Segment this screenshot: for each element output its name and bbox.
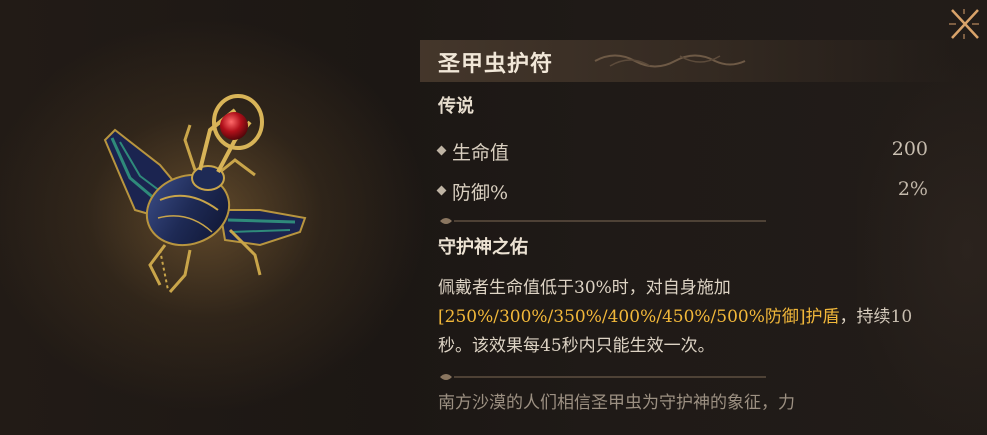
close-button[interactable] <box>944 4 984 44</box>
close-x-icon <box>949 9 979 39</box>
diamond-bullet-icon <box>436 185 447 196</box>
lore-text: 南方沙漠的人们相信圣甲虫为守护神的象征，力 <box>438 393 795 413</box>
item-detail-panel: 圣甲虫护符 传说 生命值 200 防御% 2% 守护神之佑 佩戴者生命值低于30… <box>0 0 987 435</box>
rarity-label: 传说 <box>438 96 474 117</box>
stat-row-defense: 防御% 2% <box>436 178 928 206</box>
title-bar: 圣甲虫护符 <box>420 40 960 82</box>
section-divider <box>440 374 766 380</box>
stat-value: 2% <box>897 178 928 200</box>
skill-desc-text: 佩戴者生命值低于30%时，对自身施加 <box>438 278 731 298</box>
stat-value: 200 <box>891 138 928 160</box>
stat-label: 生命值 <box>452 142 510 164</box>
item-name: 圣甲虫护符 <box>438 51 554 77</box>
stat-label: 防御% <box>452 182 509 204</box>
title-ornament-icon <box>594 54 746 68</box>
skill-description: 佩戴者生命值低于30%时，对自身施加 [250%/300%/350%/400%/4… <box>438 274 928 361</box>
skill-name: 守护神之佑 <box>438 237 528 258</box>
item-info: 圣甲虫护符 传说 生命值 200 防御% 2% 守护神之佑 佩戴者生命值低于30… <box>420 40 960 435</box>
scarab-amulet-artwork <box>60 60 360 350</box>
diamond-bullet-icon <box>436 145 447 156</box>
skill-desc-highlight: [250%/300%/350%/400%/450%/500%防御]护盾 <box>438 307 840 327</box>
section-divider <box>440 218 766 224</box>
stat-row-health: 生命值 200 <box>436 138 928 166</box>
